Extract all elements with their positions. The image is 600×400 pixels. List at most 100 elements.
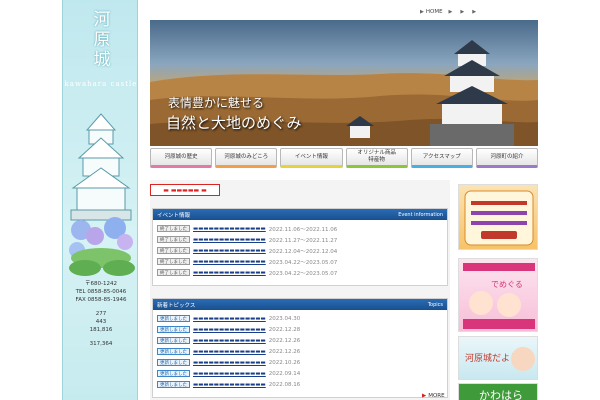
- section-tabs: 河原城の歴史 河原城のみどころ イベント情報 オリジナル商品 特産物 アクセスマ…: [150, 148, 539, 168]
- nav-link[interactable]: ▶: [449, 7, 455, 17]
- status-badge: 更新しました: [157, 326, 190, 333]
- nav-link[interactable]: ▶: [460, 7, 466, 17]
- list-item[interactable]: 更新しました ▬▬▬▬▬▬▬▬▬▬▬▬▬▬ 2023.04.30: [157, 313, 443, 324]
- events-panel-header: イベント情報 Event information: [153, 209, 447, 220]
- notice-label: ▬ ▬▬▬▬▬ ▬: [163, 186, 207, 194]
- hero-catchphrase-2: 自然と大地のめぐみ: [166, 114, 302, 132]
- sidebar-stat: 317,364: [89, 341, 113, 347]
- tab-highlights[interactable]: 河原城のみどころ: [215, 148, 278, 168]
- status-badge: 更新しました: [157, 337, 190, 344]
- item-date: 2022.08.16: [268, 381, 301, 388]
- arrow-right-icon: ▶: [422, 393, 427, 399]
- item-title-link[interactable]: ▬▬▬▬▬▬▬▬▬▬▬▬▬▬: [193, 327, 266, 333]
- list-item[interactable]: 更新しました ▬▬▬▬▬▬▬▬▬▬▬▬▬▬ 2022.08.16: [157, 379, 443, 390]
- arrow-right-icon: ▶: [420, 9, 424, 15]
- arrow-right-icon: ▶: [460, 9, 465, 15]
- notice-link[interactable]: ▬ ▬▬▬▬▬ ▬: [150, 184, 220, 196]
- status-badge: 終了しました: [157, 269, 190, 276]
- tab-history[interactable]: 河原城の歴史: [150, 148, 213, 168]
- item-title-link[interactable]: ▬▬▬▬▬▬▬▬▬▬▬▬▬▬: [193, 248, 266, 254]
- newsletter-banner[interactable]: 河原城だより: [458, 336, 538, 380]
- svg-text:河原城だより: 河原城だより: [465, 352, 519, 364]
- item-title-link[interactable]: ▬▬▬▬▬▬▬▬▬▬▬▬▬▬: [193, 360, 266, 366]
- event-promo-image: [464, 190, 534, 246]
- topics-heading-en: Topics: [427, 301, 443, 308]
- event-promo-banner[interactable]: [458, 184, 538, 250]
- topics-panel-header: 新着トピックス Topics: [153, 299, 447, 310]
- tab-events[interactable]: イベント情報: [280, 148, 343, 168]
- nav-home-link[interactable]: ▶ HOME: [420, 7, 443, 17]
- item-title-link[interactable]: ▬▬▬▬▬▬▬▬▬▬▬▬▬▬: [193, 349, 266, 355]
- item-date: 2022.12.26: [268, 348, 301, 355]
- castle-illustration: [69, 113, 135, 276]
- item-date: 2023.04.22〜2023.05.07: [268, 259, 338, 266]
- topics-heading: 新着トピックス: [157, 302, 196, 309]
- events-heading-en: Event information: [398, 211, 443, 218]
- status-badge: 更新しました: [157, 348, 190, 355]
- list-item[interactable]: 終了しました ▬▬▬▬▬▬▬▬▬▬▬▬▬▬ 2022.11.06〜2022.11.0…: [157, 223, 443, 234]
- item-title-link[interactable]: ▬▬▬▬▬▬▬▬▬▬▬▬▬▬: [193, 237, 266, 243]
- item-title-link[interactable]: ▬▬▬▬▬▬▬▬▬▬▬▬▬▬: [193, 316, 266, 322]
- sidebar-stat: 181,816: [89, 327, 113, 333]
- svg-text:でめぐる: でめぐる: [491, 280, 523, 289]
- kawahara-banner[interactable]: かわはら: [458, 383, 538, 400]
- item-title-link[interactable]: ▬▬▬▬▬▬▬▬▬▬▬▬▬▬: [193, 371, 266, 377]
- item-title-link[interactable]: ▬▬▬▬▬▬▬▬▬▬▬▬▬▬: [193, 270, 266, 276]
- newsletter-image: 河原城だより: [465, 347, 535, 371]
- item-date: 2022.11.27〜2022.11.27: [268, 237, 338, 244]
- item-date: 2023.04.30: [268, 315, 301, 322]
- sidebar-contact-info: 〒680-1242 TEL 0858-85-0046 FAX 0858-85-1…: [65, 280, 137, 348]
- sidebar-stat: 277: [95, 311, 107, 317]
- arrow-right-icon: ▶: [472, 9, 477, 15]
- item-date: 2022.12.26: [268, 337, 301, 344]
- list-item[interactable]: 終了しました ▬▬▬▬▬▬▬▬▬▬▬▬▬▬ 2023.04.22〜2023.05.0…: [157, 256, 443, 267]
- item-title-link[interactable]: ▬▬▬▬▬▬▬▬▬▬▬▬▬▬: [193, 226, 266, 232]
- status-badge: 終了しました: [157, 225, 190, 232]
- status-badge: 終了しました: [157, 236, 190, 243]
- item-date: 2022.10.26: [268, 359, 301, 366]
- sidebar-postal: 〒680-1242: [85, 281, 117, 287]
- status-badge: 更新しました: [157, 370, 190, 377]
- list-item[interactable]: 更新しました ▬▬▬▬▬▬▬▬▬▬▬▬▬▬ 2022.12.28: [157, 324, 443, 335]
- item-date: 2022.11.06〜2022.11.06: [268, 226, 338, 233]
- page: 河原城 kawahara castle 〒680-1242 TEL 0858-8…: [0, 0, 600, 400]
- list-item[interactable]: 終了しました ▬▬▬▬▬▬▬▬▬▬▬▬▬▬ 2022.11.27〜2022.11.2…: [157, 234, 443, 245]
- status-badge: 更新しました: [157, 381, 190, 388]
- more-link[interactable]: ▶ MORE: [422, 393, 445, 399]
- item-date: 2022.09.14: [268, 370, 301, 377]
- tab-access-map[interactable]: アクセスマップ: [410, 148, 473, 168]
- status-badge: 更新しました: [157, 359, 190, 366]
- character-banner[interactable]: でめぐる: [458, 258, 538, 332]
- sidebar-title: 河原城: [93, 10, 111, 70]
- sidebar-fax: FAX 0858-85-1946: [75, 297, 127, 303]
- item-title-link[interactable]: ▬▬▬▬▬▬▬▬▬▬▬▬▬▬: [193, 382, 266, 388]
- list-item[interactable]: 終了しました ▬▬▬▬▬▬▬▬▬▬▬▬▬▬ 2023.04.22〜2023.05.0…: [157, 267, 443, 278]
- character-image: でめぐる: [463, 263, 535, 329]
- arrow-right-icon: ▶: [448, 9, 453, 15]
- item-title-link[interactable]: ▬▬▬▬▬▬▬▬▬▬▬▬▬▬: [193, 259, 266, 265]
- sidebar-english-name: kawahara castle: [64, 80, 138, 88]
- list-item[interactable]: 更新しました ▬▬▬▬▬▬▬▬▬▬▬▬▬▬ 2022.12.26: [157, 346, 443, 357]
- top-nav: ▶ HOME ▶ ▶ ▶: [420, 7, 595, 17]
- list-item[interactable]: 更新しました ▬▬▬▬▬▬▬▬▬▬▬▬▬▬ 2022.12.26: [157, 335, 443, 346]
- status-badge: 更新しました: [157, 315, 190, 322]
- item-date: 2023.04.22〜2023.05.07: [268, 270, 338, 277]
- sidebar-stat: 443: [95, 319, 107, 325]
- left-sidebar: 河原城 kawahara castle 〒680-1242 TEL 0858-8…: [62, 0, 138, 400]
- events-panel: イベント情報 Event information 終了しました ▬▬▬▬▬▬▬▬▬…: [152, 208, 448, 286]
- list-item[interactable]: 更新しました ▬▬▬▬▬▬▬▬▬▬▬▬▬▬ 2022.09.14: [157, 368, 443, 379]
- hero-catchphrase-1: 表情豊かに魅せる: [168, 96, 265, 110]
- nav-link[interactable]: ▶: [472, 7, 478, 17]
- list-item[interactable]: 更新しました ▬▬▬▬▬▬▬▬▬▬▬▬▬▬ 2022.10.26: [157, 357, 443, 368]
- item-title-link[interactable]: ▬▬▬▬▬▬▬▬▬▬▬▬▬▬: [193, 338, 266, 344]
- tab-products[interactable]: オリジナル商品 特産物: [345, 148, 408, 168]
- status-badge: 終了しました: [157, 258, 190, 265]
- sidebar-tel: TEL 0858-85-0046: [75, 289, 127, 295]
- item-date: 2022.12.28: [268, 326, 301, 333]
- tab-town-intro[interactable]: 河原町の紹介: [475, 148, 539, 168]
- topics-panel: 新着トピックス Topics 更新しました ▬▬▬▬▬▬▬▬▬▬▬▬▬▬ 2023.…: [152, 298, 448, 398]
- item-date: 2022.12.04〜2022.12.04: [268, 248, 338, 255]
- svg-text:かわはら: かわはら: [479, 389, 523, 400]
- events-heading: イベント情報: [157, 212, 191, 219]
- list-item[interactable]: 終了しました ▬▬▬▬▬▬▬▬▬▬▬▬▬▬ 2022.12.04〜2022.12.0…: [157, 245, 443, 256]
